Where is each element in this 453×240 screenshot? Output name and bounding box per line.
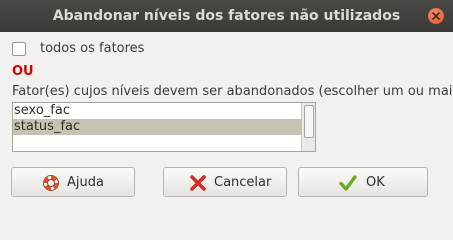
cancel-button[interactable]: Cancelar <box>163 167 287 197</box>
help-button[interactable]: Ajuda <box>11 167 135 197</box>
scrollbar-thumb[interactable] <box>304 105 314 138</box>
vertical-scrollbar[interactable] <box>301 103 315 151</box>
list-item-selected[interactable]: status_fac <box>13 119 301 135</box>
factor-listbox[interactable]: sexo_fac status_fac <box>12 102 316 152</box>
close-icon <box>432 12 440 20</box>
window-title: Abandonar níveis dos fatores não utiliza… <box>52 8 401 24</box>
ok-button[interactable]: OK <box>298 167 428 197</box>
x-mark-icon <box>190 175 206 191</box>
close-button[interactable] <box>428 8 444 24</box>
all-factors-label: todos os fatores <box>40 41 145 56</box>
factor-list-heading: Fator(es) cujos níveis devem ser abandon… <box>12 84 453 99</box>
lifebuoy-icon <box>43 175 59 191</box>
title-bar: Abandonar níveis dos fatores não utiliza… <box>0 0 453 32</box>
help-button-label: Ajuda <box>67 175 104 190</box>
list-item-label: status_fac <box>14 119 81 134</box>
ok-button-label: OK <box>366 175 385 190</box>
or-label: OU <box>12 64 34 79</box>
all-factors-checkbox[interactable] <box>12 42 26 56</box>
list-item[interactable]: sexo_fac <box>13 103 301 119</box>
checkmark-icon <box>339 175 357 191</box>
cancel-button-label: Cancelar <box>214 175 272 190</box>
list-item-label: sexo_fac <box>14 103 70 118</box>
